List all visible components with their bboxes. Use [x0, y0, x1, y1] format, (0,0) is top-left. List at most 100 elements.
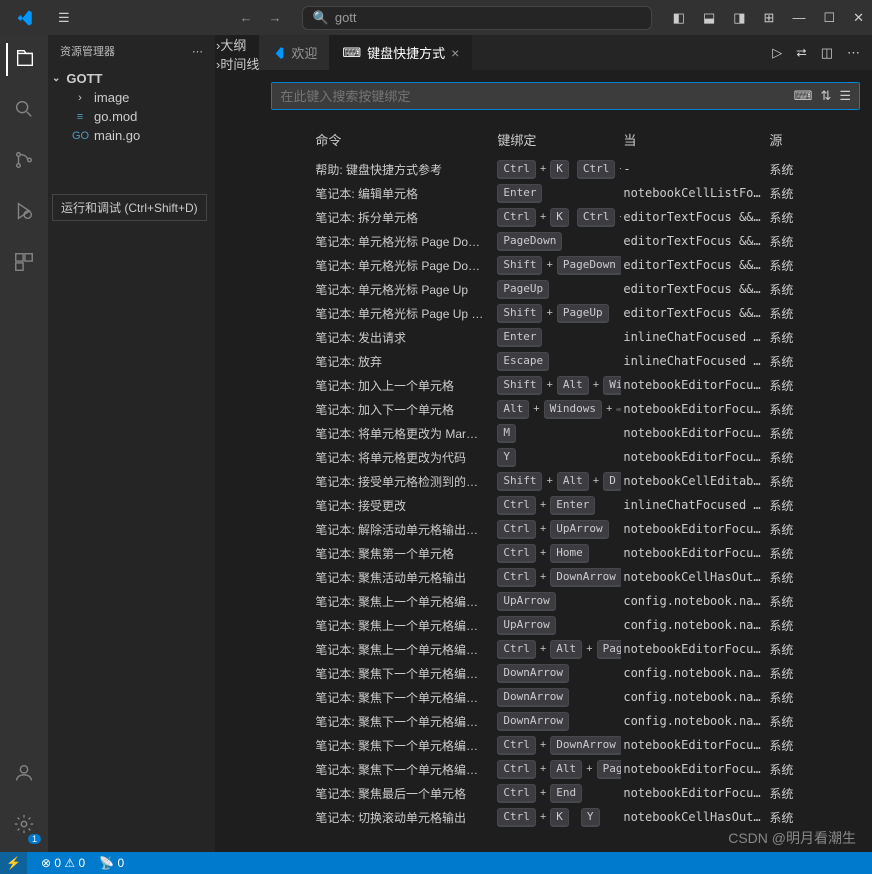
table-row[interactable]: 笔记本: 切换滚动单元格输出Ctrl+KYnotebookCellHasOutp…	[259, 805, 872, 829]
source-cell: 系统	[767, 233, 847, 250]
tree-root[interactable]: ⌄ GOTT	[48, 69, 215, 88]
table-row[interactable]: 笔记本: 接受更改Ctrl+EnterinlineChatFocused && …	[259, 493, 872, 517]
extensions-icon[interactable]	[9, 247, 39, 280]
filter-icon[interactable]: ☰	[839, 88, 851, 104]
table-row[interactable]: 笔记本: 放弃EscapeinlineChatFocused && …系统	[259, 349, 872, 373]
layout-right-icon[interactable]: ◨	[733, 10, 745, 26]
when-cell: notebookEditorFocused…	[621, 426, 767, 440]
table-header: 命令 键绑定 当 源	[259, 122, 872, 157]
source-cell: 系统	[767, 473, 847, 490]
nav-back[interactable]: ←	[240, 10, 253, 25]
layout-grid-icon[interactable]: ⊞	[764, 10, 775, 26]
split-icon[interactable]: ◫	[821, 45, 833, 61]
more-icon[interactable]: ⋯	[847, 45, 860, 61]
table-row[interactable]: 笔记本: 解除活动单元格输出…Ctrl+UpArrownotebookEdito…	[259, 517, 872, 541]
table-row[interactable]: 笔记本: 聚焦最后一个单元格Ctrl+EndnotebookEditorFocu…	[259, 781, 872, 805]
more-icon[interactable]: ⋯	[192, 45, 203, 58]
remote-icon[interactable]: ⚡	[0, 852, 27, 874]
sort-icon[interactable]: ⇅	[820, 88, 831, 104]
layout-left-icon[interactable]: ◧	[673, 10, 685, 26]
sidebar-title: 资源管理器	[60, 43, 115, 59]
table-row[interactable]: 笔记本: 聚焦上一个单元格编…Ctrl+Alt+PageUnotebookEdi…	[259, 637, 872, 661]
header-command[interactable]: 命令	[313, 126, 495, 153]
table-row[interactable]: 笔记本: 加入上一个单元格Shift+Alt+WindnotebookEdito…	[259, 373, 872, 397]
key: PageUp	[557, 304, 609, 323]
status-bar: ⚡ ⊗ 0 ⚠ 0 📡 0	[0, 852, 872, 874]
table-row[interactable]: 笔记本: 聚焦下一个单元格编…Ctrl+DownArrownotebookEdi…	[259, 733, 872, 757]
source-cell: 系统	[767, 593, 847, 610]
table-row[interactable]: 笔记本: 聚焦下一个单元格编…DownArrowconfig.notebook.…	[259, 709, 872, 733]
search-input[interactable]	[280, 89, 785, 104]
run-debug-icon[interactable]	[9, 196, 39, 229]
table-row[interactable]: 笔记本: 单元格光标 Page Do…PageDowneditorTextFoc…	[259, 229, 872, 253]
table-row[interactable]: 笔记本: 聚焦上一个单元格编…UpArrowconfig.notebook.na…	[259, 589, 872, 613]
tab-label: 欢迎	[291, 43, 317, 62]
table-row[interactable]: 笔记本: 接受单元格检测到的…Shift+Alt+DnotebookCellEd…	[259, 469, 872, 493]
table-row[interactable]: 笔记本: 将单元格更改为 Mar…MnotebookEditorFocused……	[259, 421, 872, 445]
key: Alt	[557, 472, 589, 491]
table-row[interactable]: 笔记本: 聚焦第一个单元格Ctrl+HomenotebookEditorFocu…	[259, 541, 872, 565]
keys-cell: Shift+PageUp	[495, 304, 621, 323]
keys-cell: Ctrl+Enter	[495, 496, 621, 515]
command-center[interactable]: 🔍 gott	[302, 6, 652, 30]
table-row[interactable]: 笔记本: 聚焦下一个单元格编…Ctrl+Alt+PageDnotebookEdi…	[259, 757, 872, 781]
status-port[interactable]: 📡 0	[99, 856, 124, 870]
header-when[interactable]: 当	[621, 126, 767, 153]
source-control-icon[interactable]	[9, 145, 39, 178]
source-cell: 系统	[767, 161, 847, 178]
run-icon[interactable]: ▷	[772, 45, 782, 61]
table-row[interactable]: 笔记本: 聚焦活动单元格输出Ctrl+DownArrownotebookCell…	[259, 565, 872, 589]
table-row[interactable]: 笔记本: 单元格光标 Page Up …Shift+PageUpeditorTe…	[259, 301, 872, 325]
table-row[interactable]: 笔记本: 发出请求EnterinlineChatFocused && …系统	[259, 325, 872, 349]
source-cell: 系统	[767, 737, 847, 754]
table-row[interactable]: 笔记本: 编辑单元格EnternotebookCellListFocus…系统	[259, 181, 872, 205]
table-row[interactable]: 笔记本: 将单元格更改为代码YnotebookEditorFocused…系统	[259, 445, 872, 469]
watermark: CSDN @明月看潮生	[728, 828, 856, 848]
table-row[interactable]: 笔记本: 单元格光标 Page Do…Shift+PageDowneditorT…	[259, 253, 872, 277]
timeline-section[interactable]: ›时间线	[216, 54, 259, 73]
layout-bottom-icon[interactable]: ⬓	[703, 10, 715, 26]
table-row[interactable]: 笔记本: 聚焦上一个单元格编…UpArrowconfig.notebook.na…	[259, 613, 872, 637]
header-binding[interactable]: 键绑定	[495, 126, 621, 153]
window-minimize[interactable]: —	[792, 10, 805, 25]
header-source[interactable]: 源	[767, 126, 847, 153]
table-row[interactable]: 笔记本: 拆分单元格Ctrl+KCtrl+editorTextFocus && …	[259, 205, 872, 229]
keybinding-search[interactable]: ⌨ ⇅ ☰	[271, 82, 860, 110]
key: M	[497, 424, 516, 443]
table-row[interactable]: 笔记本: 单元格光标 Page UpPageUpeditorTextFocus …	[259, 277, 872, 301]
settings-badge: 1	[28, 834, 41, 844]
command-cell: 笔记本: 聚焦下一个单元格编…	[313, 737, 495, 754]
table-row[interactable]: 笔记本: 加入下一个单元格Alt+Windows+notebookEditorF…	[259, 397, 872, 421]
keys-cell: M	[495, 424, 621, 443]
table-row[interactable]: 帮助: 键盘快捷方式参考Ctrl+KCtrl+-系统	[259, 157, 872, 181]
key: DownArrow	[497, 664, 569, 683]
open-icon[interactable]: ⮂	[796, 45, 806, 61]
window-maximize[interactable]: ☐	[823, 10, 835, 26]
tree-item[interactable]: ›image	[48, 88, 215, 107]
key: PageDown	[557, 256, 621, 275]
menu-icon[interactable]: ☰	[58, 10, 70, 26]
tab-welcome[interactable]: 欢迎	[259, 35, 330, 70]
key: Y	[497, 448, 516, 467]
explorer-icon[interactable]	[6, 43, 40, 76]
command-cell: 笔记本: 将单元格更改为 Mar…	[313, 425, 495, 442]
window-close[interactable]: ✕	[853, 10, 864, 26]
outline-section[interactable]: ›大纲	[216, 35, 259, 54]
close-icon[interactable]: ×	[451, 45, 459, 61]
table-row[interactable]: 笔记本: 聚焦下一个单元格编…DownArrowconfig.notebook.…	[259, 661, 872, 685]
status-problems[interactable]: ⊗ 0 ⚠ 0	[41, 856, 85, 870]
search-nav-icon[interactable]	[9, 94, 39, 127]
when-cell: notebookCellListFocus…	[621, 186, 767, 200]
command-cell: 笔记本: 聚焦下一个单元格编…	[313, 689, 495, 706]
nav-forward[interactable]: →	[269, 10, 282, 25]
tab-keybindings[interactable]: ⌨ 键盘快捷方式 ×	[330, 35, 472, 70]
tree-item[interactable]: GOmain.go	[48, 126, 215, 145]
key: Enter	[497, 184, 542, 203]
record-keys-icon[interactable]: ⌨	[794, 88, 813, 104]
account-icon[interactable]	[9, 758, 39, 791]
settings-icon[interactable]: 1	[9, 809, 39, 842]
tree-item[interactable]: ≡go.mod	[48, 107, 215, 126]
key: Alt	[557, 376, 589, 395]
source-cell: 系统	[767, 425, 847, 442]
table-row[interactable]: 笔记本: 聚焦下一个单元格编…DownArrowconfig.notebook.…	[259, 685, 872, 709]
